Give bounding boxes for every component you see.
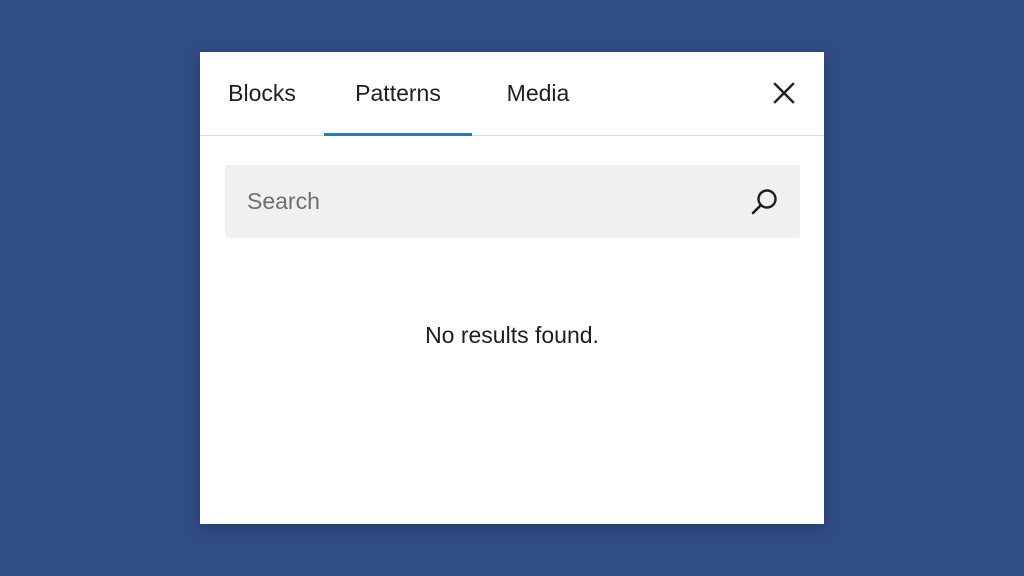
close-icon xyxy=(773,82,795,104)
search-icon[interactable] xyxy=(750,187,780,217)
no-results-message: No results found. xyxy=(425,322,599,348)
search-box xyxy=(225,165,800,238)
block-inserter-panel: Blocks Patterns Media No results found. xyxy=(200,52,824,524)
tab-patterns-label: Patterns xyxy=(355,80,441,106)
search-input[interactable] xyxy=(225,165,725,238)
tab-blocks-label: Blocks xyxy=(228,80,296,106)
tab-media-label: Media xyxy=(506,80,570,106)
close-button[interactable] xyxy=(770,79,798,107)
tab-media[interactable]: Media xyxy=(472,52,604,135)
tab-patterns[interactable]: Patterns xyxy=(324,52,472,136)
tab-blocks[interactable]: Blocks xyxy=(200,52,324,135)
tab-bar: Blocks Patterns Media xyxy=(200,52,824,136)
